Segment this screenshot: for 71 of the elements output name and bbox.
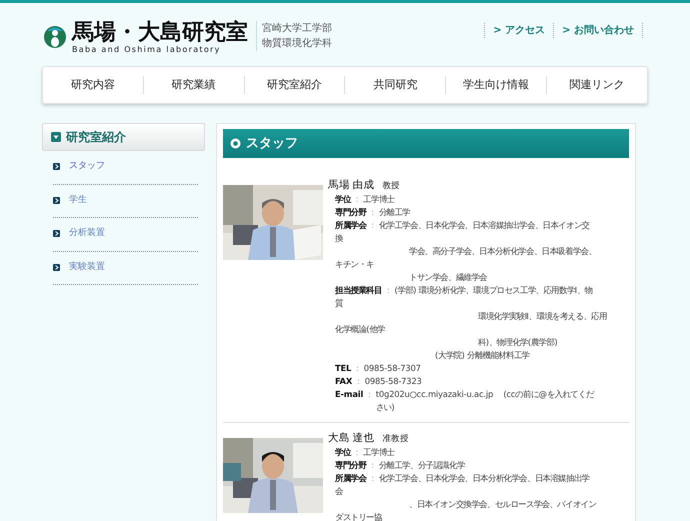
caret-icon [51, 132, 61, 142]
nav-link[interactable]: 研究内容 [43, 76, 143, 94]
nav-link[interactable]: 学生向け情報 [446, 76, 546, 94]
staff-name: 大島 達也 [328, 431, 374, 446]
separator: : [355, 362, 360, 375]
field-label: 所属学会 [335, 472, 366, 485]
field-value: キチン・キ [335, 259, 374, 269]
field-value: 換 [335, 233, 343, 243]
field-value: (学部) 環境分析化学、環境プロセス工学、応用数学Ⅰ、物 [394, 284, 593, 297]
field-value: 工学博士 [363, 193, 394, 206]
nav-link[interactable]: 共同研究 [345, 76, 446, 94]
separator: : [386, 284, 390, 297]
arrow-icon [53, 196, 60, 204]
field-label: 専門分野 [335, 206, 366, 219]
arrow-icon [53, 264, 60, 271]
sidebar-link[interactable]: スタッフ [69, 160, 105, 174]
separator: : [367, 388, 372, 401]
field-label: 専門分野 [335, 459, 366, 472]
field-value: 会 [335, 486, 343, 496]
field-value: 化学概論(他学 [335, 324, 385, 334]
separator: : [356, 375, 361, 388]
field-value: 環境化学実験Ⅱ、環境を考える、応用 [478, 311, 607, 321]
field-value: 分離工学 [378, 206, 410, 219]
field-value: 学会、高分子学会、日本分析化学会、日本吸着学会、 [409, 246, 596, 256]
sidebar-link[interactable]: 分析装置 [69, 227, 105, 240]
section-heading: スタッフ [223, 129, 629, 158]
separator: : [354, 193, 360, 206]
field-value: 質 [335, 298, 343, 308]
field-label: 学位 [335, 193, 351, 206]
nav-link[interactable]: 研究業績 [144, 76, 244, 94]
site-title: 馬場・大島研究室 [72, 21, 248, 45]
arrow-icon [53, 163, 60, 170]
department-name: 物質環境化学科 [262, 36, 332, 51]
sidebar-heading: 研究室紹介 [42, 123, 205, 151]
field-value: 化学工学会、日本化学会、日本分析化学会、日本溶媒抽出学 [378, 472, 590, 485]
field-value: 化学工学会、日本化学会、日本溶媒抽出学会、日本イオン交 [378, 219, 590, 232]
separator: : [370, 459, 375, 472]
field-label: TEL [335, 362, 352, 375]
field-value: トサン学会、繊維学会 [409, 272, 488, 282]
field-value: 科)、物理化学(農学部) [478, 337, 558, 347]
field-label: 所属学会 [335, 219, 366, 232]
separator: : [370, 219, 375, 232]
header-link[interactable]: > お問い合わせ [554, 23, 643, 38]
site-subtitle: Baba and Oshima laboratory [72, 45, 222, 55]
logo-icon [44, 23, 66, 49]
separator: : [370, 472, 375, 485]
bullet-icon [230, 138, 241, 149]
arrow-icon [53, 230, 60, 238]
field-label: E-mail [335, 388, 364, 401]
field-value: ダストリー協 [335, 512, 382, 521]
separator: : [354, 446, 360, 459]
field-label: FAX [335, 375, 352, 388]
sidebar-link[interactable]: 学生 [69, 194, 87, 207]
field-value: t0g202u○cc.miyazaki-u.ac.jp (ccの前に@を入れてください) [376, 388, 596, 414]
sidebar-link[interactable]: 実験装置 [69, 260, 105, 274]
field-label: 担当授業科目 [335, 284, 382, 297]
staff-position: 准教授 [382, 433, 409, 446]
field-value: 、日本イオン交換学会、セルロース学会、バイオイン [409, 499, 596, 509]
field-value: 0985-58-7323 [364, 375, 422, 388]
separator: : [370, 206, 375, 219]
header-link[interactable]: > アクセス [485, 23, 554, 38]
staff-position: 教授 [382, 180, 400, 193]
department-name: 宮崎大学工学部 [262, 22, 332, 36]
nav-link[interactable]: 関連リンク [547, 76, 647, 94]
field-value: (大学院) 分離機能材料工学 [435, 350, 530, 360]
staff-name: 馬場 由成 [328, 178, 374, 193]
field-value: 分離工学、分子認識化学 [378, 459, 465, 472]
field-value: 工学博士 [363, 446, 394, 459]
field-label: 学位 [335, 446, 351, 459]
field-value: 0985-58-7307 [364, 362, 421, 375]
nav-link[interactable]: 研究室紹介 [244, 76, 344, 94]
